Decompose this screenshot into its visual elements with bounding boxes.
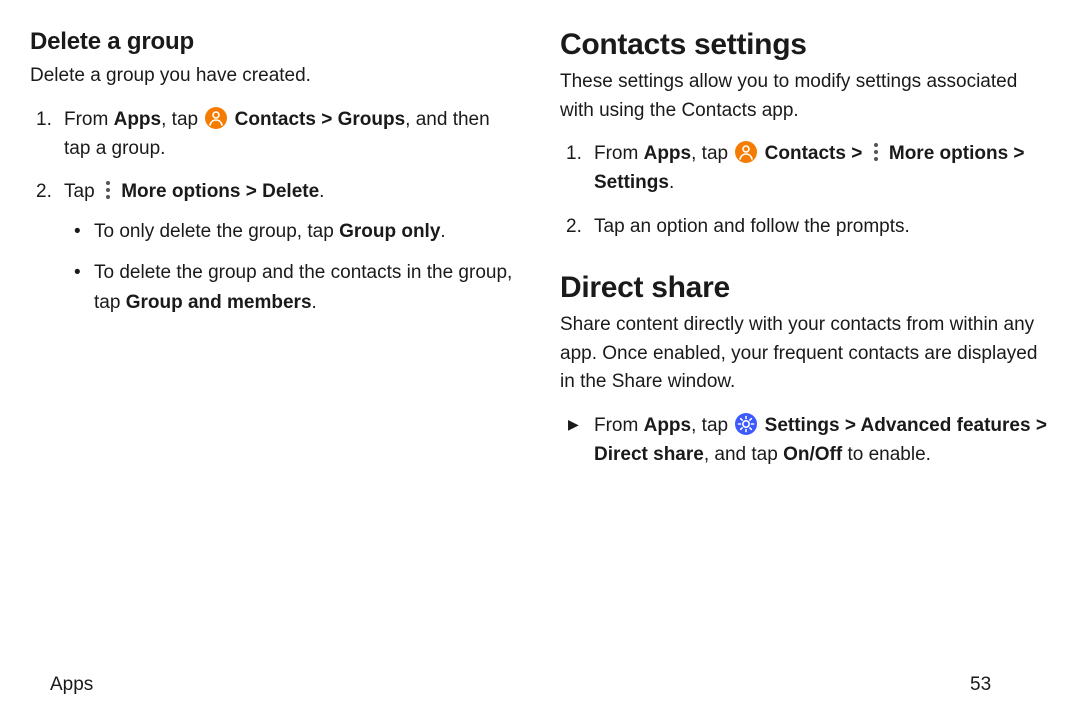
heading-contacts-settings: Contacts settings — [560, 28, 1050, 62]
contacts-settings-steps: From Apps, tap Contacts > More options >… — [560, 139, 1050, 241]
footer-section-label: Apps — [50, 674, 970, 696]
more-options-icon — [869, 142, 883, 162]
intro-direct-share: Share content directly with your contact… — [560, 311, 1050, 397]
more-options-icon — [101, 180, 115, 200]
heading-delete-group: Delete a group — [30, 28, 520, 56]
delete-sub-1: To only delete the group, tap Group only… — [64, 217, 520, 246]
left-column: Delete a group Delete a group you have c… — [30, 28, 520, 482]
contacts-icon — [735, 141, 757, 163]
settings-icon — [735, 413, 757, 435]
delete-substeps: To only delete the group, tap Group only… — [64, 217, 520, 317]
delete-step-2: Tap More options > Delete. To only delet… — [30, 177, 520, 317]
intro-delete-group: Delete a group you have created. — [30, 62, 520, 91]
contacts-step-2: Tap an option and follow the prompts. — [560, 212, 1050, 241]
footer-page-number: 53 — [970, 674, 1030, 696]
contacts-icon — [205, 107, 227, 129]
intro-contacts-settings: These settings allow you to modify setti… — [560, 68, 1050, 125]
page-body: Delete a group Delete a group you have c… — [0, 0, 1080, 542]
contacts-step-1: From Apps, tap Contacts > More options >… — [560, 139, 1050, 198]
direct-share-step: From Apps, tap Settings > Advanced featu… — [560, 411, 1050, 470]
direct-share-steps: From Apps, tap Settings > Advanced featu… — [560, 411, 1050, 470]
page-footer: Apps 53 — [0, 674, 1080, 696]
delete-sub-2: To delete the group and the contacts in … — [64, 258, 520, 317]
delete-step-1: From Apps, tap Contacts > Groups, and th… — [30, 105, 520, 164]
delete-group-steps: From Apps, tap Contacts > Groups, and th… — [30, 105, 520, 318]
right-column: Contacts settings These settings allow y… — [560, 28, 1050, 482]
heading-direct-share: Direct share — [560, 271, 1050, 305]
